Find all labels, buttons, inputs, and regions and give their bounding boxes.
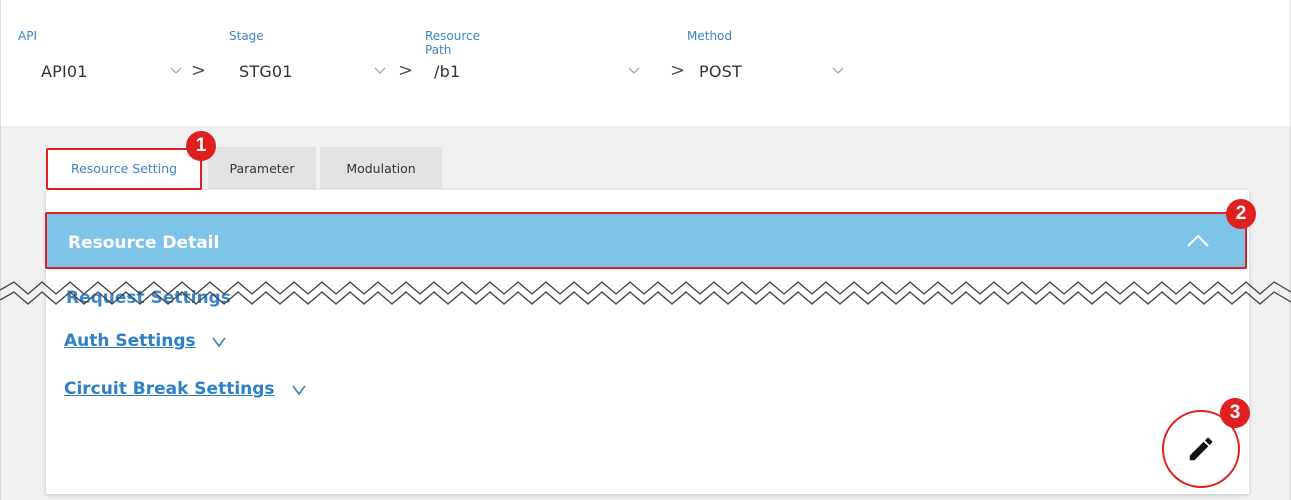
chevron-down-icon[interactable] <box>627 63 641 77</box>
panel-header[interactable] <box>46 214 1247 268</box>
panel-title: Resource Detail <box>68 233 220 253</box>
filter-value[interactable]: API01 <box>41 62 88 81</box>
tab-parameter[interactable]: Parameter <box>208 147 316 189</box>
filter-value[interactable]: STG01 <box>239 62 293 81</box>
filter-value[interactable]: POST <box>699 62 742 81</box>
chevron-down-icon[interactable] <box>373 63 387 77</box>
auth-settings-link[interactable]: Auth Settings <box>64 331 196 351</box>
pencil-icon <box>1189 437 1213 461</box>
tab-resource-setting[interactable]: Resource Setting <box>48 147 200 189</box>
filter-label: Method <box>687 29 733 43</box>
chevron-down-icon[interactable] <box>212 336 226 348</box>
chevron-down-icon[interactable] <box>292 384 306 396</box>
filter-value[interactable]: /b1 <box>434 62 460 81</box>
circuit-break-settings-link[interactable]: Circuit Break Settings <box>64 379 275 399</box>
filter-label: Resource Path <box>425 29 481 57</box>
chevron-up-icon[interactable] <box>1184 230 1212 252</box>
step-badge-3: 3 <box>1220 398 1250 428</box>
torn-edge-divider <box>0 281 1291 305</box>
filter-label: API <box>18 29 37 43</box>
breadcrumb-separator: > <box>670 60 686 81</box>
tab-modulation[interactable]: Modulation <box>320 147 442 189</box>
chevron-down-icon[interactable] <box>831 63 845 77</box>
breadcrumb-separator: > <box>191 60 207 81</box>
step-badge-1: 1 <box>186 131 216 161</box>
breadcrumb-separator: > <box>398 60 414 81</box>
step-badge-2: 2 <box>1226 199 1256 229</box>
filter-label: Stage <box>229 29 264 43</box>
chevron-down-icon[interactable] <box>169 63 183 77</box>
filter-bar: API API01 > Stage STG01 > Resource Path … <box>0 0 1291 126</box>
